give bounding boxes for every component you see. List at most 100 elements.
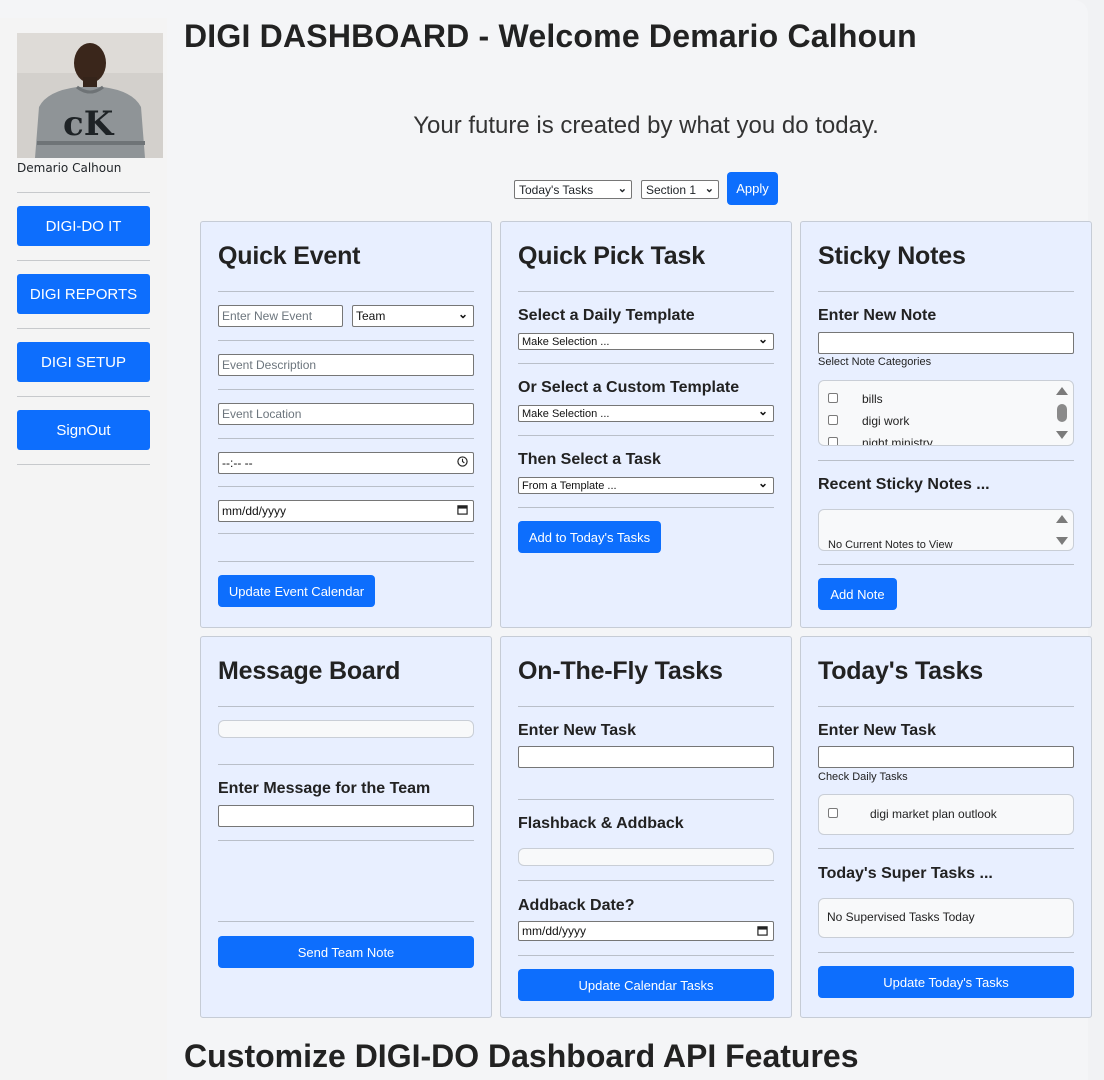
- quick-event-title: Quick Event: [218, 242, 361, 270]
- event-description-placeholder: Event Description: [222, 358, 317, 372]
- add-note-button[interactable]: Add Note: [818, 578, 897, 610]
- update-event-calendar-button[interactable]: Update Event Calendar: [218, 575, 375, 607]
- sticky-notes-title: Sticky Notes: [818, 242, 966, 270]
- category-checkbox[interactable]: [828, 393, 838, 403]
- nav-digi-reports-button[interactable]: DIGI REPORTS: [17, 274, 150, 314]
- divider: [218, 486, 474, 487]
- divider: [218, 921, 474, 922]
- update-calendar-tasks-button[interactable]: Update Calendar Tasks: [518, 969, 774, 1001]
- new-note-input[interactable]: [818, 332, 1074, 354]
- event-description-input[interactable]: Event Description: [218, 354, 474, 376]
- customize-features-heading: Customize DIGI-DO Dashboard API Features: [184, 1038, 859, 1074]
- section-select-value: Section 1: [646, 182, 697, 197]
- scroll-up-icon[interactable]: [1056, 387, 1068, 395]
- chevron-down-icon: ⌄: [757, 404, 768, 418]
- scroll-down-icon[interactable]: [1056, 537, 1068, 545]
- event-date-value: mm/dd/yyyy: [222, 504, 287, 518]
- daily-task-label: digi market plan outlook: [870, 807, 997, 821]
- divider: [818, 564, 1074, 565]
- daily-template-select[interactable]: Make Selection ... ⌄: [518, 332, 774, 350]
- daily-template-label: Select a Daily Template: [518, 307, 695, 324]
- task-select-value: From a Template ...: [522, 479, 617, 492]
- view-select[interactable]: Today's Tasks ⌄: [514, 180, 632, 199]
- signout-button[interactable]: SignOut: [17, 410, 150, 450]
- category-checkbox[interactable]: [828, 437, 838, 445]
- recent-notes-label: Recent Sticky Notes ...: [818, 476, 990, 493]
- addback-date-input[interactable]: mm/dd/yyyy: [518, 921, 774, 941]
- todays-tasks-title: Today's Tasks: [818, 657, 983, 685]
- sidebar-divider: [17, 192, 150, 193]
- daily-tasks-list[interactable]: digi market plan outlook: [818, 794, 1074, 835]
- calendar-icon: [457, 505, 468, 515]
- sidebar-divider: [17, 260, 150, 261]
- calendar-icon: [757, 926, 768, 936]
- super-tasks-empty: No Supervised Tasks Today: [827, 910, 975, 924]
- scroll-thumb[interactable]: [1057, 404, 1067, 422]
- scroll-up-icon[interactable]: [1056, 515, 1068, 523]
- addback-date-value: mm/dd/yyyy: [522, 924, 587, 938]
- add-to-todays-tasks-button[interactable]: Add to Today's Tasks: [518, 521, 661, 553]
- divider: [218, 764, 474, 765]
- update-todays-tasks-button[interactable]: Update Today's Tasks: [818, 966, 1074, 998]
- chevron-down-icon: ⌄: [757, 476, 768, 490]
- category-checkbox[interactable]: [828, 415, 838, 425]
- event-date-input[interactable]: mm/dd/yyyy: [218, 500, 474, 522]
- divider: [518, 507, 774, 508]
- today-new-task-input[interactable]: [818, 746, 1074, 768]
- message-board-title: Message Board: [218, 657, 401, 685]
- on-the-fly-title: On-The-Fly Tasks: [518, 657, 723, 685]
- quick-pick-title: Quick Pick Task: [518, 242, 705, 270]
- note-categories-label: Select Note Categories: [818, 356, 932, 368]
- team-select-value: Team: [356, 309, 386, 323]
- divider: [218, 340, 474, 341]
- event-name-input[interactable]: Enter New Event: [218, 305, 343, 327]
- user-name: Demario Calhoun: [17, 161, 122, 175]
- svg-text:cK: cK: [63, 104, 115, 144]
- super-tasks-list: No Supervised Tasks Today: [818, 898, 1074, 938]
- send-team-note-button[interactable]: Send Team Note: [218, 936, 474, 968]
- team-message-input[interactable]: [218, 805, 474, 827]
- divider: [818, 706, 1074, 707]
- task-select[interactable]: From a Template ... ⌄: [518, 476, 774, 494]
- sidebar-divider: [17, 464, 150, 465]
- divider: [218, 840, 474, 841]
- team-select[interactable]: Team ⌄: [352, 305, 474, 327]
- custom-template-select[interactable]: Make Selection ... ⌄: [518, 404, 774, 422]
- new-note-label: Enter New Note: [818, 307, 937, 324]
- event-location-input[interactable]: Event Location: [218, 403, 474, 425]
- nav-digi-do-it-button[interactable]: DIGI-DO IT: [17, 206, 150, 246]
- chevron-down-icon: ⌄: [704, 183, 714, 195]
- team-message-label: Enter Message for the Team: [218, 780, 431, 797]
- flashback-list[interactable]: [518, 848, 774, 866]
- sidebar-divider: [17, 328, 150, 329]
- scrollbar[interactable]: [1051, 381, 1073, 445]
- section-select[interactable]: Section 1 ⌄: [641, 180, 719, 199]
- divider: [518, 799, 774, 800]
- scrollbar[interactable]: [1051, 510, 1073, 550]
- note-categories-list[interactable]: bills digi work night ministry: [818, 380, 1074, 446]
- divider: [518, 955, 774, 956]
- sidebar-divider: [17, 396, 150, 397]
- clock-icon: [457, 456, 468, 467]
- divider: [218, 533, 474, 534]
- apply-button[interactable]: Apply: [727, 172, 778, 205]
- chevron-down-icon: ⌄: [757, 332, 768, 346]
- divider: [818, 848, 1074, 849]
- recent-notes-empty: No Current Notes to View: [828, 539, 953, 551]
- recent-notes-list[interactable]: No Current Notes to View: [818, 509, 1074, 551]
- custom-template-value: Make Selection ...: [522, 407, 610, 420]
- divider: [518, 363, 774, 364]
- scroll-down-icon[interactable]: [1056, 431, 1068, 439]
- super-tasks-label: Today's Super Tasks ...: [818, 865, 993, 882]
- event-time-input[interactable]: --:-- --: [218, 452, 474, 474]
- category-label: digi work: [862, 414, 910, 428]
- event-name-placeholder: Enter New Event: [222, 309, 313, 323]
- sidebar: cK Demario Calhoun: [0, 18, 167, 1080]
- avatar: cK: [17, 33, 163, 158]
- fly-new-task-input[interactable]: [518, 746, 774, 768]
- daily-task-checkbox[interactable]: [828, 808, 838, 818]
- task-select-label: Then Select a Task: [518, 451, 661, 468]
- nav-digi-setup-button[interactable]: DIGI SETUP: [17, 342, 150, 382]
- divider: [218, 561, 474, 562]
- divider: [818, 460, 1074, 461]
